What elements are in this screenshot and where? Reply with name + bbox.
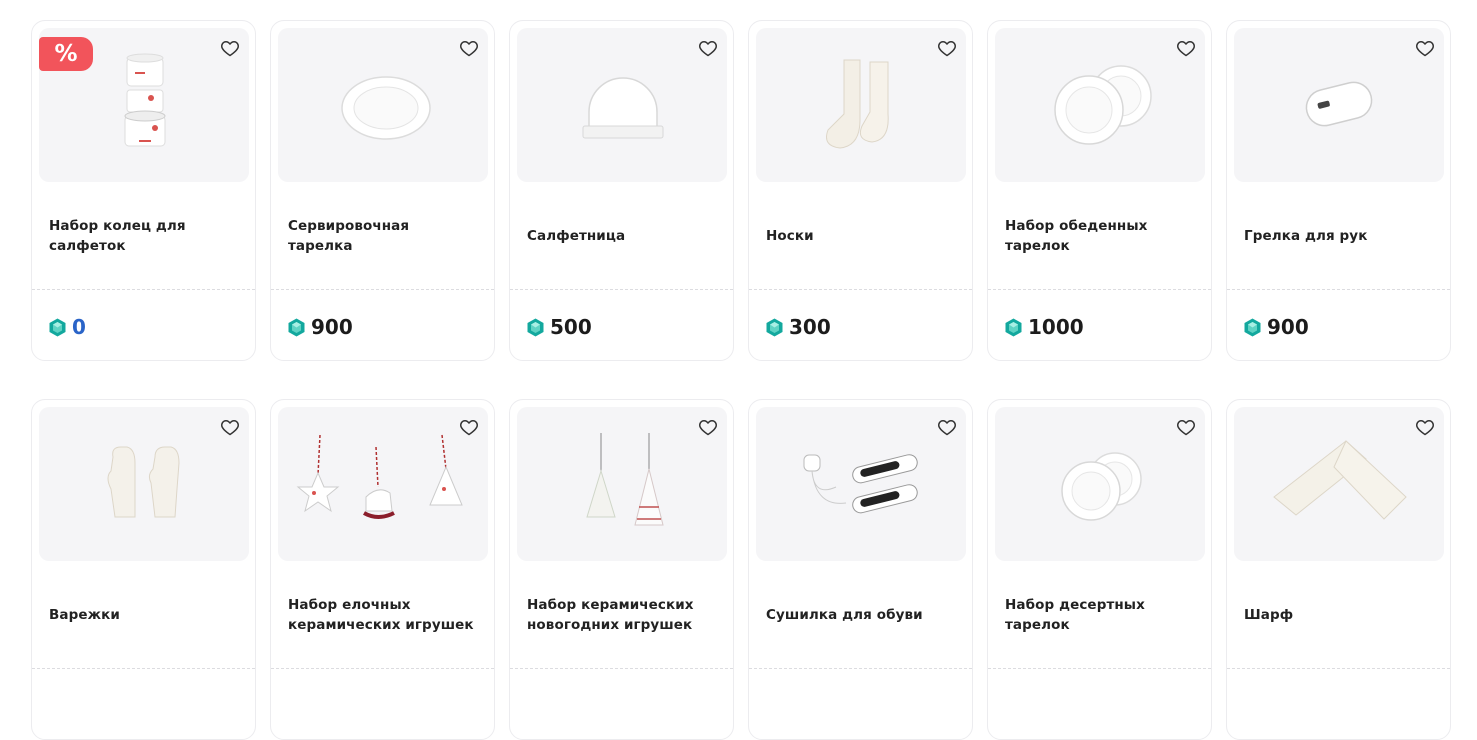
gem-icon (49, 318, 66, 336)
divider (988, 668, 1211, 669)
product-title[interactable]: Набор обеденных тарелок (1005, 216, 1194, 256)
divider (32, 668, 255, 669)
product-card[interactable]: Сервировочная тарелка 900 (270, 20, 495, 361)
product-title[interactable]: Варежки (49, 605, 120, 625)
product-image (1234, 407, 1444, 561)
product-card[interactable]: Набор керамических новогодних игрушек (509, 399, 734, 740)
favorite-heart-icon[interactable] (1175, 416, 1197, 438)
favorite-heart-icon[interactable] (219, 416, 241, 438)
product-price: 500 (527, 315, 592, 339)
price-value: 900 (311, 315, 353, 339)
product-card[interactable]: Сушилка для обуви (748, 399, 973, 740)
price-value: 900 (1267, 315, 1309, 339)
product-price: 1000 (1005, 315, 1084, 339)
product-title[interactable]: Набор колец для салфеток (49, 216, 238, 256)
divider (1227, 289, 1450, 290)
product-image (278, 28, 488, 182)
favorite-heart-icon[interactable] (936, 37, 958, 59)
gem-icon (527, 318, 544, 336)
product-image (517, 28, 727, 182)
gem-icon (1005, 318, 1022, 336)
product-price: 0 (49, 315, 86, 339)
product-image (756, 407, 966, 561)
product-card[interactable]: Шарф (1226, 399, 1451, 740)
price-value: 500 (550, 315, 592, 339)
product-image (517, 407, 727, 561)
divider (1227, 668, 1450, 669)
product-title[interactable]: Грелка для рук (1244, 226, 1367, 246)
product-title[interactable]: Сушилка для обуви (766, 605, 923, 625)
price-value: 0 (72, 315, 86, 339)
product-price: 900 (1244, 315, 1309, 339)
favorite-heart-icon[interactable] (458, 37, 480, 59)
price-value: 1000 (1028, 315, 1084, 339)
product-image (995, 407, 1205, 561)
divider (749, 668, 972, 669)
favorite-heart-icon[interactable] (1414, 416, 1436, 438)
product-card[interactable]: Салфетница 500 (509, 20, 734, 361)
product-title[interactable]: Сервировочная тарелка (288, 216, 477, 256)
product-card[interactable]: Варежки (31, 399, 256, 740)
product-card[interactable]: Грелка для рук 900 (1226, 20, 1451, 361)
product-title[interactable]: Носки (766, 226, 814, 246)
favorite-heart-icon[interactable] (697, 416, 719, 438)
favorite-heart-icon[interactable] (458, 416, 480, 438)
product-title[interactable]: Набор керамических новогодних игрушек (527, 595, 716, 635)
divider (32, 289, 255, 290)
product-card[interactable]: % Набор колец для салфеток 0 (31, 20, 256, 361)
product-title[interactable]: Шарф (1244, 605, 1293, 625)
product-image (39, 407, 249, 561)
favorite-heart-icon[interactable] (936, 416, 958, 438)
product-image (995, 28, 1205, 182)
divider (271, 668, 494, 669)
divider (510, 289, 733, 290)
sale-badge: % (39, 37, 93, 71)
gem-icon (1244, 318, 1261, 336)
product-image (756, 28, 966, 182)
product-card[interactable]: Набор елочных керамических игрушек (270, 399, 495, 740)
divider (988, 289, 1211, 290)
product-image (278, 407, 488, 561)
product-card[interactable]: Набор десертных тарелок (987, 399, 1212, 740)
product-price: 900 (288, 315, 353, 339)
product-image (1234, 28, 1444, 182)
product-row: Варежки Набор елочных керамических игруш… (31, 399, 1451, 740)
price-value: 300 (789, 315, 831, 339)
product-card[interactable]: Набор обеденных тарелок 1000 (987, 20, 1212, 361)
product-title[interactable]: Набор елочных керамических игрушек (288, 595, 477, 635)
product-grid: % Набор колец для салфеток 0 Сервировочн… (31, 20, 1451, 740)
product-title[interactable]: Набор десертных тарелок (1005, 595, 1194, 635)
divider (271, 289, 494, 290)
favorite-heart-icon[interactable] (219, 37, 241, 59)
gem-icon (766, 318, 783, 336)
product-row: % Набор колец для салфеток 0 Сервировочн… (31, 20, 1451, 361)
favorite-heart-icon[interactable] (1414, 37, 1436, 59)
favorite-heart-icon[interactable] (697, 37, 719, 59)
gem-icon (288, 318, 305, 336)
favorite-heart-icon[interactable] (1175, 37, 1197, 59)
divider (749, 289, 972, 290)
product-title[interactable]: Салфетница (527, 226, 625, 246)
product-card[interactable]: Носки 300 (748, 20, 973, 361)
divider (510, 668, 733, 669)
product-price: 300 (766, 315, 831, 339)
